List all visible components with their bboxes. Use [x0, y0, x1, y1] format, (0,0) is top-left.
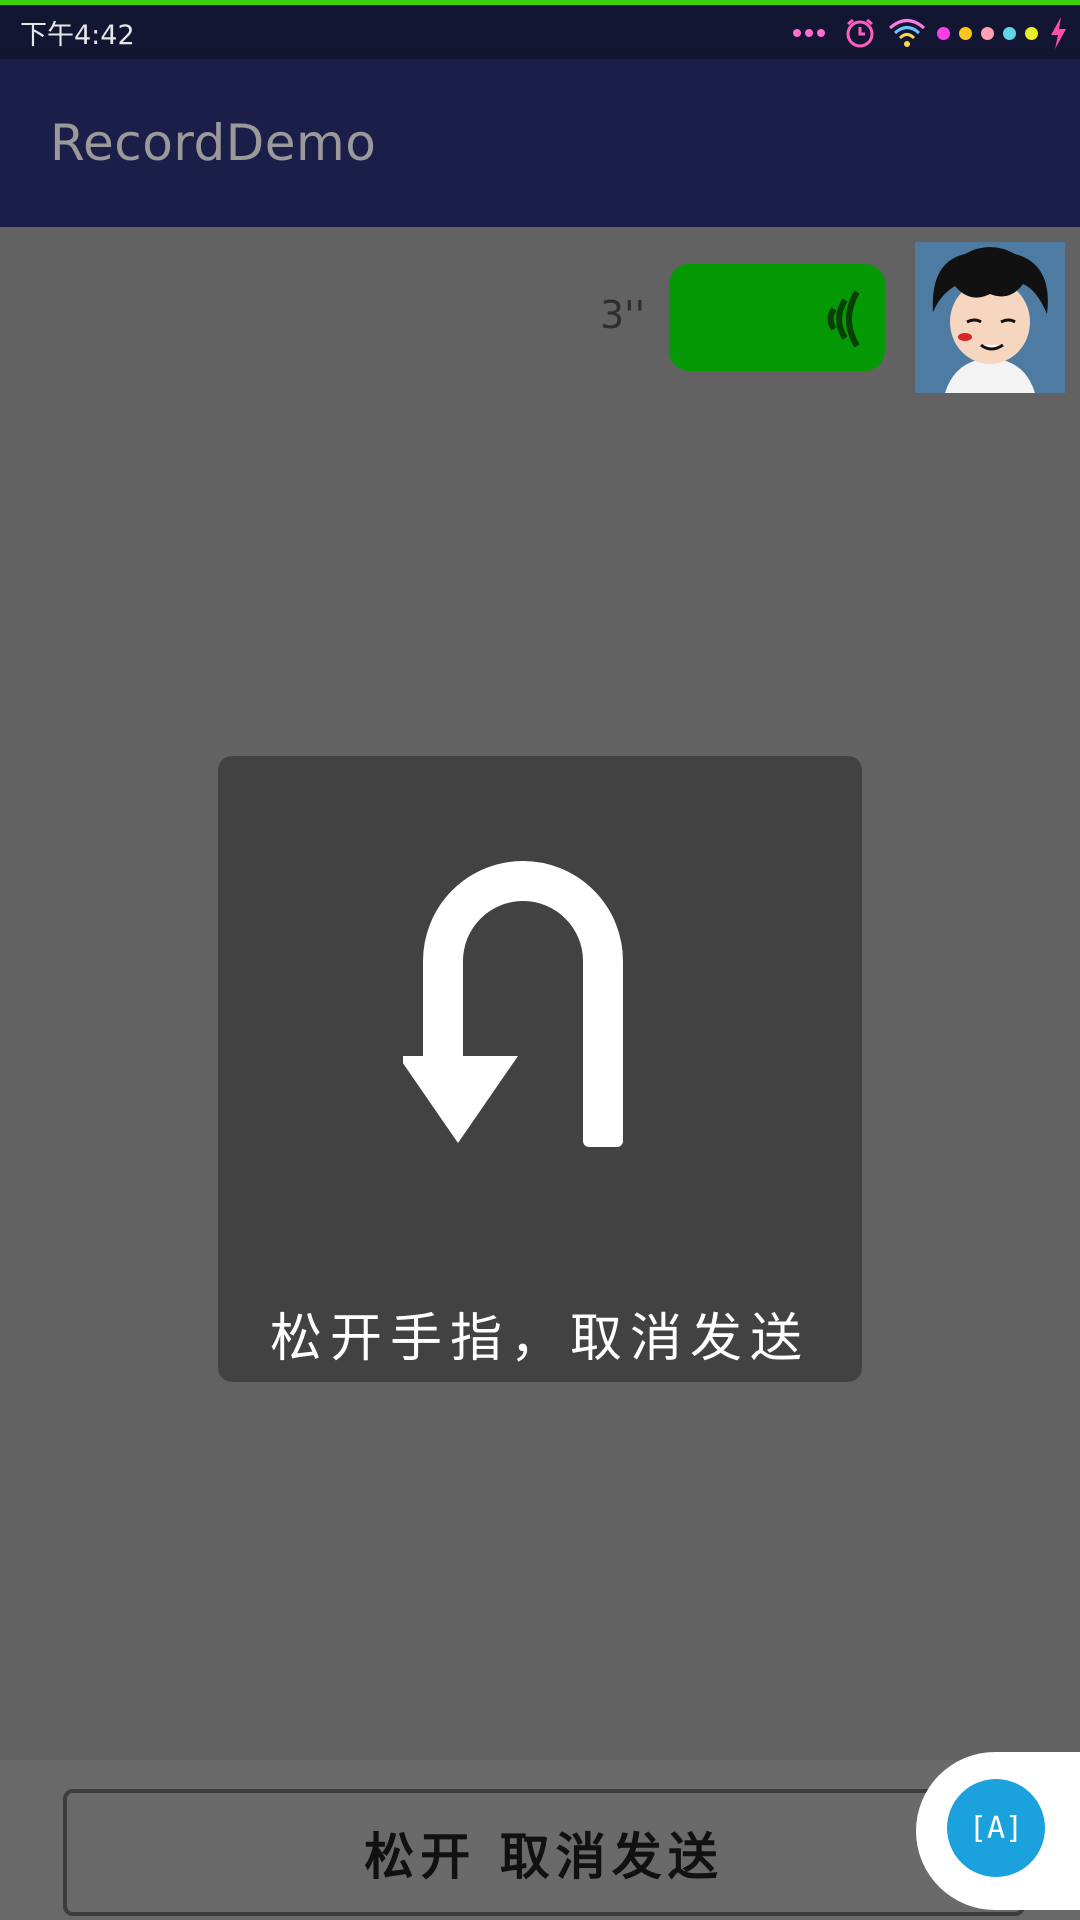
- voice-message-bubble[interactable]: [669, 264, 885, 371]
- status-time: 下午4:42: [20, 20, 135, 51]
- status-icons: [793, 13, 1068, 53]
- app-title: RecordDemo: [50, 114, 377, 172]
- wifi-icon: [889, 19, 925, 47]
- avatar[interactable]: [915, 242, 1065, 393]
- voice-duration: 3'': [600, 293, 646, 337]
- status-bar: 下午4:42: [0, 5, 1080, 59]
- hold-to-record-button[interactable]: 松开 取消发送: [63, 1789, 1025, 1916]
- cancel-recording-dialog: 松开手指，取消发送: [218, 756, 862, 1382]
- floating-assist-button[interactable]: [A]: [947, 1779, 1045, 1877]
- u-turn-back-icon: [403, 861, 623, 1147]
- more-dots-icon: [793, 29, 825, 37]
- charging-icon: [1051, 17, 1066, 49]
- user-avatar-cartoon: [915, 242, 1065, 393]
- app-bar: RecordDemo: [0, 59, 1080, 227]
- record-button-label: 松开 取消发送: [364, 1826, 724, 1886]
- alarm-icon: [846, 18, 874, 48]
- dialog-message: 松开手指，取消发送: [269, 1309, 810, 1369]
- notification-dots: [937, 26, 1038, 40]
- voice-wave-icon: [827, 290, 860, 348]
